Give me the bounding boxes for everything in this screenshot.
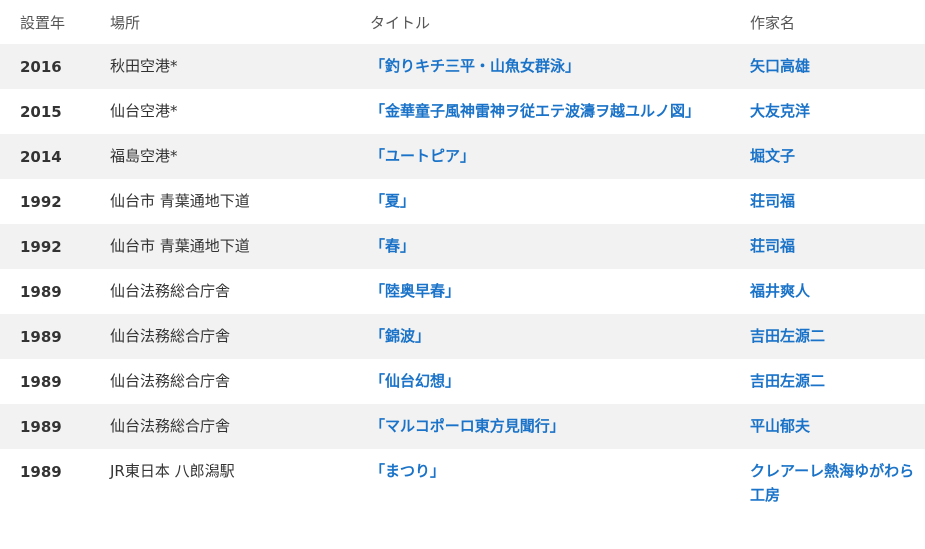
title-link[interactable]: 「仙台幻想」: [370, 372, 460, 390]
header-title: タイトル: [350, 0, 730, 44]
place-cell: 仙台法務総合庁舎: [90, 359, 350, 404]
table-row: 1992 仙台市 青葉通地下道 「夏」 荘司福: [0, 179, 925, 224]
title-cell: 「春」: [350, 224, 730, 269]
year-cell: 1989: [0, 359, 90, 404]
artist-link[interactable]: 大友克洋: [750, 102, 810, 120]
artist-cell: 吉田左源二: [730, 314, 925, 359]
table-row: 1992 仙台市 青葉通地下道 「春」 荘司福: [0, 224, 925, 269]
artist-cell: 大友克洋: [730, 89, 925, 134]
table-row: 1989 仙台法務総合庁舎 「錦波」 吉田左源二: [0, 314, 925, 359]
table-row: 2014 福島空港* 「ユートピア」 堀文子: [0, 134, 925, 179]
title-cell: 「金華童子風神雷神ヲ従エテ波濤ヲ越ユルノ図」: [350, 89, 730, 134]
artist-cell: 吉田左源二: [730, 359, 925, 404]
artist-link[interactable]: 吉田左源二: [750, 372, 825, 390]
place-cell: 仙台法務総合庁舎: [90, 269, 350, 314]
title-link[interactable]: 「錦波」: [370, 327, 430, 345]
title-link[interactable]: 「金華童子風神雷神ヲ従エテ波濤ヲ越ユルノ図」: [370, 102, 700, 120]
artist-cell: 堀文子: [730, 134, 925, 179]
table-row: 1989 仙台法務総合庁舎 「仙台幻想」 吉田左源二: [0, 359, 925, 404]
artist-link[interactable]: 堀文子: [750, 147, 795, 165]
title-cell: 「まつり」: [350, 449, 730, 517]
year-cell: 2014: [0, 134, 90, 179]
artist-cell: 荘司福: [730, 179, 925, 224]
artworks-table: 設置年 場所 タイトル 作家名 2016 秋田空港* 「釣りキチ三平・山魚女群泳…: [0, 0, 925, 517]
place-cell: JR東日本 八郎潟駅: [90, 449, 350, 517]
title-cell: 「ユートピア」: [350, 134, 730, 179]
title-link[interactable]: 「陸奥早春」: [370, 282, 460, 300]
title-link[interactable]: 「春」: [370, 237, 415, 255]
year-cell: 1992: [0, 179, 90, 224]
table-row: 1989 仙台法務総合庁舎 「陸奥早春」 福井爽人: [0, 269, 925, 314]
title-cell: 「仙台幻想」: [350, 359, 730, 404]
table-row: 2016 秋田空港* 「釣りキチ三平・山魚女群泳」 矢口高雄: [0, 44, 925, 89]
artist-link[interactable]: 福井爽人: [750, 282, 810, 300]
artist-cell: 荘司福: [730, 224, 925, 269]
header-artist: 作家名: [730, 0, 925, 44]
artist-link[interactable]: 矢口高雄: [750, 57, 810, 75]
header-row: 設置年 場所 タイトル 作家名: [0, 0, 925, 44]
artist-cell: 矢口高雄: [730, 44, 925, 89]
title-link[interactable]: 「夏」: [370, 192, 415, 210]
title-link[interactable]: 「まつり」: [370, 462, 445, 480]
title-link[interactable]: 「ユートピア」: [370, 147, 475, 165]
title-cell: 「夏」: [350, 179, 730, 224]
table-header: 設置年 場所 タイトル 作家名: [0, 0, 925, 44]
artist-link[interactable]: 吉田左源二: [750, 327, 825, 345]
year-cell: 1992: [0, 224, 90, 269]
header-place: 場所: [90, 0, 350, 44]
year-cell: 2015: [0, 89, 90, 134]
header-year: 設置年: [0, 0, 90, 44]
year-cell: 2016: [0, 44, 90, 89]
title-cell: 「釣りキチ三平・山魚女群泳」: [350, 44, 730, 89]
artist-cell: 福井爽人: [730, 269, 925, 314]
artist-link[interactable]: 荘司福: [750, 237, 795, 255]
title-cell: 「錦波」: [350, 314, 730, 359]
place-cell: 仙台空港*: [90, 89, 350, 134]
artist-link[interactable]: 荘司福: [750, 192, 795, 210]
place-cell: 仙台市 青葉通地下道: [90, 224, 350, 269]
artist-cell: 平山郁夫: [730, 404, 925, 449]
table-row: 1989 JR東日本 八郎潟駅 「まつり」 クレアーレ熱海ゆがわら工房: [0, 449, 925, 517]
year-cell: 1989: [0, 269, 90, 314]
artist-link[interactable]: 平山郁夫: [750, 417, 810, 435]
place-cell: 仙台市 青葉通地下道: [90, 179, 350, 224]
place-cell: 仙台法務総合庁舎: [90, 314, 350, 359]
title-link[interactable]: 「マルコポーロ東方見聞行」: [370, 417, 565, 435]
title-link[interactable]: 「釣りキチ三平・山魚女群泳」: [370, 57, 580, 75]
year-cell: 1989: [0, 314, 90, 359]
table-row: 1989 仙台法務総合庁舎 「マルコポーロ東方見聞行」 平山郁夫: [0, 404, 925, 449]
artist-link[interactable]: クレアーレ熱海ゆがわら工房: [750, 462, 914, 504]
table-row: 2015 仙台空港* 「金華童子風神雷神ヲ従エテ波濤ヲ越ユルノ図」 大友克洋: [0, 89, 925, 134]
place-cell: 秋田空港*: [90, 44, 350, 89]
year-cell: 1989: [0, 404, 90, 449]
place-cell: 福島空港*: [90, 134, 350, 179]
place-cell: 仙台法務総合庁舎: [90, 404, 350, 449]
title-cell: 「陸奥早春」: [350, 269, 730, 314]
table-body: 2016 秋田空港* 「釣りキチ三平・山魚女群泳」 矢口高雄 2015 仙台空港…: [0, 44, 925, 517]
title-cell: 「マルコポーロ東方見聞行」: [350, 404, 730, 449]
artist-cell: クレアーレ熱海ゆがわら工房: [730, 449, 925, 517]
year-cell: 1989: [0, 449, 90, 517]
